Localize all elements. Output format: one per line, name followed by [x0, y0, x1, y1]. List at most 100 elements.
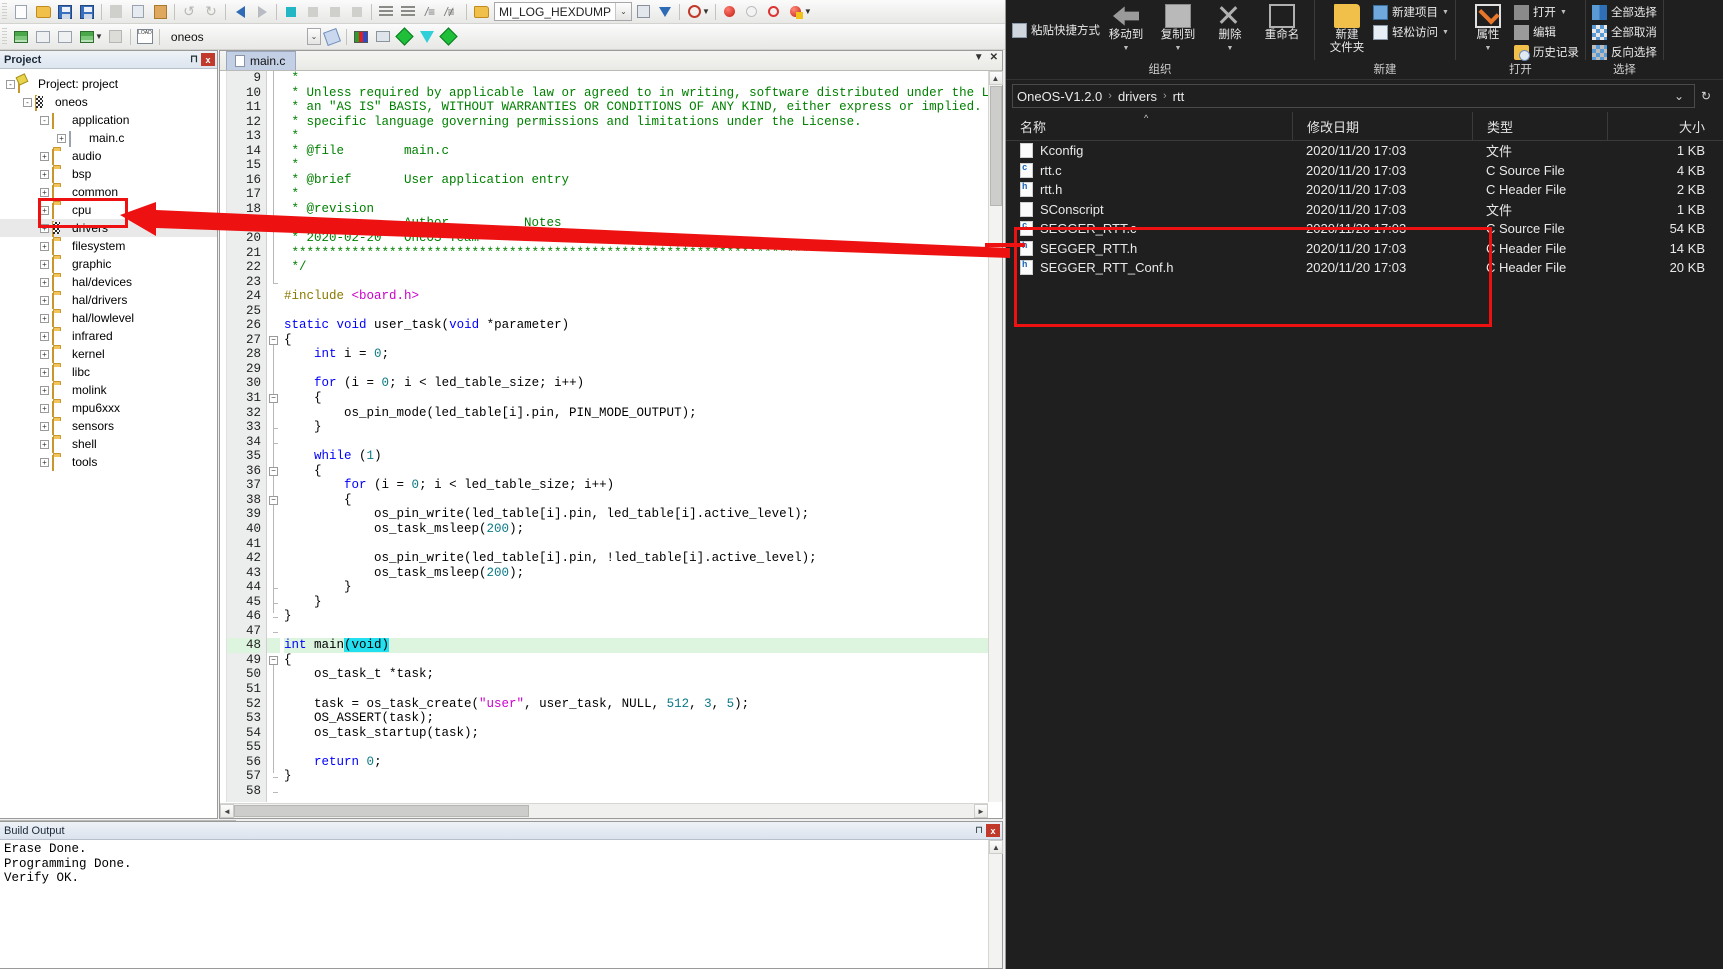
expand-icon[interactable]: +	[40, 313, 49, 323]
code-line[interactable]: #include <board.h>	[284, 289, 1002, 304]
code-line[interactable]	[284, 784, 1002, 799]
translate-icon[interactable]	[10, 27, 32, 47]
tree-item-infrared[interactable]: + infrared	[0, 327, 217, 345]
manage-run-time-env-icon[interactable]	[394, 27, 416, 47]
multi-project-icon[interactable]	[372, 27, 394, 47]
code-line[interactable]	[284, 435, 1002, 450]
target-options-icon[interactable]	[321, 27, 343, 47]
chevron-down-icon[interactable]: ▼	[1123, 42, 1130, 55]
ribbon-button-新建文件夹[interactable]: 新建 文件夹	[1321, 2, 1373, 55]
code-line[interactable]	[284, 624, 1002, 639]
ribbon-button-粘贴快捷方式[interactable]: 粘贴快捷方式	[1012, 21, 1100, 39]
code-editor[interactable]: 9 10 11 12 13 14 15 16 17 18 19 20 21 22 23 24 25 26 27 28 2…	[220, 71, 1002, 802]
ribbon-button-打开[interactable]: 打开 ▼	[1513, 3, 1579, 21]
expand-icon[interactable]: +	[40, 295, 49, 305]
comment-icon[interactable]: /≡	[419, 2, 441, 22]
breadcrumb-item-drivers[interactable]: drivers	[1118, 89, 1157, 104]
scroll-up-button[interactable]: ▲	[988, 71, 1003, 85]
save-icon[interactable]	[54, 2, 76, 22]
code-line[interactable]: os_task_msleep(200);	[284, 566, 1002, 581]
build-output-scrollbar[interactable]: ▲	[988, 840, 1003, 968]
code-line[interactable]: for (i = 0; i < led_table_size; i++)	[284, 478, 1002, 493]
code-line[interactable]: int i = 0;	[284, 347, 1002, 362]
refresh-icon[interactable]: ↻	[1695, 85, 1717, 107]
bookmark-prev-icon[interactable]	[302, 2, 324, 22]
collapse-icon[interactable]: -	[6, 79, 15, 89]
code-line[interactable]: os_pin_write(led_table[i].pin, led_table…	[284, 507, 1002, 522]
code-line[interactable]: while (1)	[284, 449, 1002, 464]
ribbon-button-删除[interactable]: 删除 ▼	[1204, 2, 1256, 55]
code-line[interactable]: {	[284, 333, 1002, 348]
target-selector-dropdown[interactable]: ⌄	[303, 27, 321, 46]
tree-item-kernel[interactable]: + kernel	[0, 345, 217, 363]
code-line[interactable]: * @file main.c	[284, 144, 1002, 159]
tree-item-sensors[interactable]: + sensors	[0, 417, 217, 435]
cut-icon[interactable]	[105, 2, 127, 22]
file-list-rows[interactable]: Kconfig 2020/11/20 17:03 文件 1 KB rtt.c 2020/1…	[1006, 141, 1723, 278]
chevron-down-icon[interactable]: ▼	[1560, 9, 1567, 16]
scroll-left-button[interactable]: ◄	[220, 804, 234, 818]
expand-icon[interactable]: +	[40, 151, 49, 161]
code-line[interactable]: * Date Author Notes	[284, 216, 1002, 231]
code-line[interactable]: */	[284, 260, 1002, 275]
code-line[interactable]: ****************************************…	[284, 246, 1003, 261]
tree-item-molink[interactable]: + molink	[0, 381, 217, 399]
scroll-right-button[interactable]: ►	[974, 804, 988, 818]
ribbon-button-复制到[interactable]: 复制到 ▼	[1152, 2, 1204, 55]
expand-icon[interactable]: +	[40, 331, 49, 341]
chevron-down-icon[interactable]: ⌄	[1668, 89, 1690, 103]
download-icon[interactable]: LOAD	[134, 27, 156, 47]
tree-item-hal-devices[interactable]: + hal/devices	[0, 273, 217, 291]
code-line[interactable]: for (i = 0; i < led_table_size; i++)	[284, 376, 1002, 391]
tab-main-c[interactable]: main.c	[226, 51, 297, 70]
code-line[interactable]: * specific language governing permission…	[284, 115, 1002, 130]
build-target-icon[interactable]	[32, 27, 54, 47]
tree-item-audio[interactable]: + audio	[0, 147, 217, 165]
project-tree[interactable]: - Project: project - oneos - application + main…	[0, 69, 217, 471]
tree-item-libc[interactable]: + libc	[0, 363, 217, 381]
editor-horizontal-scrollbar[interactable]: ◄ ►	[220, 803, 988, 818]
column-header-name[interactable]: 名称 ^	[1006, 112, 1292, 141]
ribbon-button-移动到[interactable]: 移动到 ▼	[1100, 2, 1152, 55]
fold-toggle-icon[interactable]: −	[269, 394, 278, 404]
ribbon-button-反向选择[interactable]: 反向选择	[1591, 43, 1657, 61]
code-line[interactable]: *	[284, 187, 1002, 202]
column-header-date[interactable]: 修改日期	[1292, 111, 1472, 141]
editor-vertical-scrollbar[interactable]: ▲	[988, 71, 1003, 802]
code-line[interactable]: * an "AS IS" BASIS, WITHOUT WARRANTIES O…	[284, 100, 1002, 115]
code-line[interactable]: }	[284, 580, 1002, 595]
tree-item-shell[interactable]: + shell	[0, 435, 217, 453]
ribbon-button-全部选择[interactable]: 全部选择	[1591, 3, 1657, 21]
expand-icon[interactable]: +	[57, 133, 66, 143]
new-file-icon[interactable]	[10, 2, 32, 22]
code-line[interactable]: *	[284, 158, 1002, 173]
code-line[interactable]: os_task_msleep(200);	[284, 522, 1002, 537]
disable-all-breakpoints-icon[interactable]	[763, 2, 785, 22]
file-row[interactable]: rtt.c 2020/11/20 17:03 C Source File 4 KB	[1006, 161, 1723, 181]
editor-close-icon[interactable]: ✕	[990, 52, 998, 63]
chevron-down-icon[interactable]: ▼	[1175, 42, 1182, 55]
batch-build-icon[interactable]	[76, 27, 98, 47]
code-line[interactable]	[284, 740, 1002, 755]
find-icon[interactable]	[470, 2, 492, 22]
chevron-down-icon[interactable]: ▼	[1227, 42, 1234, 55]
tree-item-bsp[interactable]: + bsp	[0, 165, 217, 183]
file-row[interactable]: SConscript 2020/11/20 17:03 文件 1 KB	[1006, 200, 1723, 220]
code-line[interactable]	[284, 537, 1002, 552]
code-line[interactable]: * @brief User application entry	[284, 173, 1002, 188]
code-line[interactable]: }	[284, 609, 1002, 624]
file-list[interactable]: 名称 ^ 修改日期 类型 大小 Kconfig 2020/11/20 17:03 文件 1 K…	[1006, 111, 1723, 969]
indent-icon[interactable]	[375, 2, 397, 22]
expand-icon[interactable]: +	[40, 259, 49, 269]
chevron-down-icon[interactable]: ▼	[1442, 9, 1449, 16]
file-row[interactable]: rtt.h 2020/11/20 17:03 C Header File 2 KB	[1006, 180, 1723, 200]
tree-item-project-project[interactable]: - Project: project	[0, 75, 217, 93]
tree-item-filesystem[interactable]: + filesystem	[0, 237, 217, 255]
code-line[interactable]: }	[284, 595, 1002, 610]
tree-item-hal-lowlevel[interactable]: + hal/lowlevel	[0, 309, 217, 327]
file-row[interactable]: SEGGER_RTT.c 2020/11/20 17:03 C Source Fil…	[1006, 219, 1723, 239]
ribbon-button-轻松访问[interactable]: 轻松访问 ▼	[1373, 23, 1449, 41]
tree-item-main-c[interactable]: + main.c	[0, 129, 217, 147]
file-row[interactable]: SEGGER_RTT_Conf.h 2020/11/20 17:03 C Heade…	[1006, 258, 1723, 278]
toolbar-grip[interactable]	[2, 27, 7, 46]
